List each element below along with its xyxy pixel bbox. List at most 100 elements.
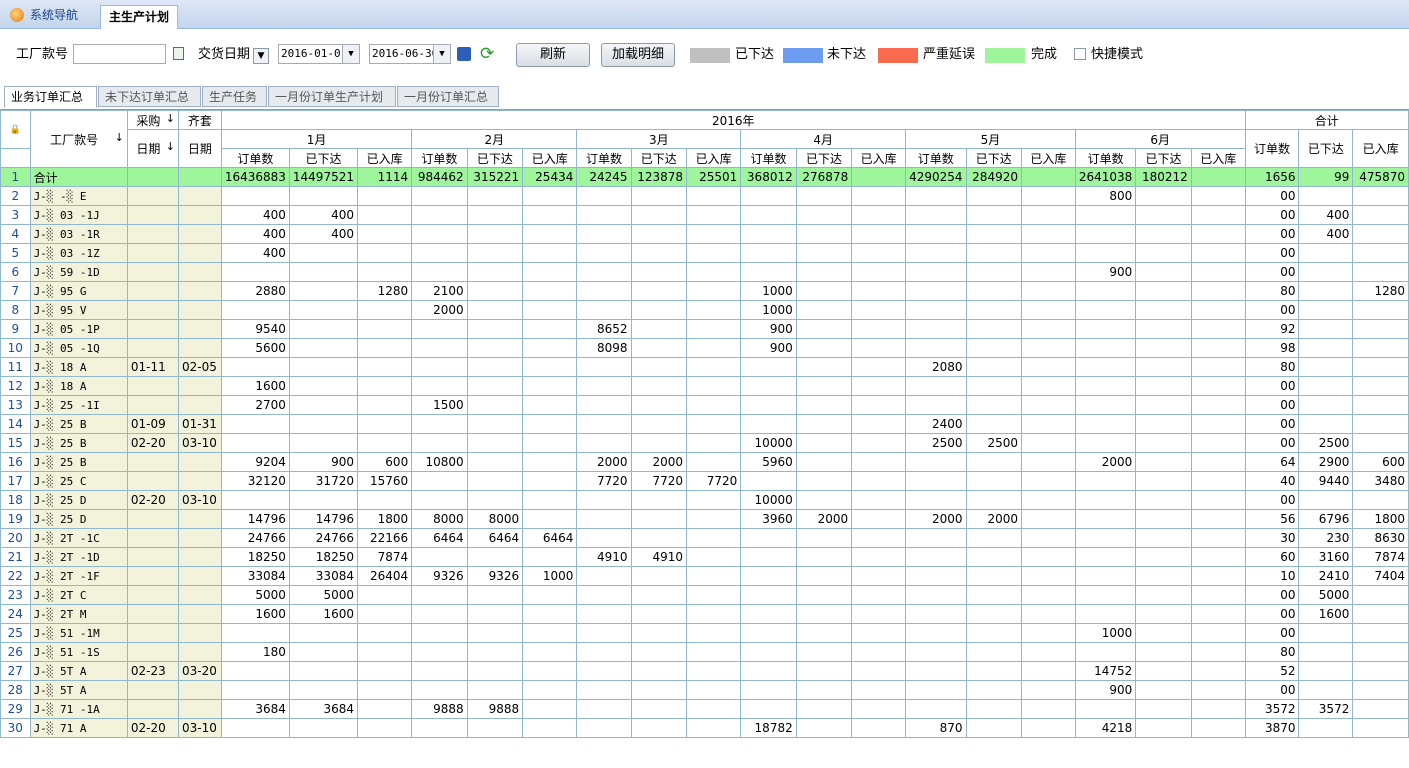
value-cell[interactable] bbox=[630, 281, 688, 301]
value-cell[interactable] bbox=[905, 490, 967, 510]
total-cell[interactable] bbox=[1352, 338, 1409, 358]
value-cell[interactable] bbox=[686, 661, 742, 681]
value-cell[interactable] bbox=[356, 642, 413, 662]
complete-date-cell[interactable] bbox=[178, 623, 222, 643]
value-cell[interactable] bbox=[356, 661, 413, 681]
chevron-down-icon[interactable]: ▼ bbox=[433, 45, 450, 63]
table-row[interactable]: 16 J-░ 25 B 9204 900 600 10800 2000 2000 5960 200… bbox=[0, 452, 1409, 472]
value-cell[interactable]: 2880 bbox=[220, 281, 290, 301]
complete-date-cell[interactable]: 02-05 bbox=[178, 357, 222, 377]
value-cell[interactable]: 9540 bbox=[220, 319, 290, 339]
total-cell[interactable]: 92 bbox=[1244, 319, 1300, 339]
value-cell[interactable] bbox=[1020, 585, 1076, 605]
value-cell[interactable] bbox=[576, 300, 632, 320]
total-cell[interactable] bbox=[1352, 433, 1409, 453]
value-cell[interactable] bbox=[905, 623, 967, 643]
value-cell[interactable] bbox=[740, 357, 797, 377]
total-cell[interactable]: 9440 bbox=[1298, 471, 1354, 491]
value-cell[interactable] bbox=[411, 414, 468, 434]
value-cell[interactable] bbox=[795, 471, 853, 491]
value-cell[interactable] bbox=[466, 433, 524, 453]
value-cell[interactable] bbox=[630, 490, 688, 510]
total-cell[interactable] bbox=[1298, 642, 1354, 662]
value-cell[interactable]: 8000 bbox=[466, 509, 524, 529]
value-cell[interactable] bbox=[522, 414, 578, 434]
date-from-input[interactable]: 2016-01-01 ▼ bbox=[278, 44, 360, 64]
value-cell[interactable] bbox=[220, 300, 290, 320]
value-cell[interactable] bbox=[411, 490, 468, 510]
total-cell[interactable]: 600 bbox=[1352, 452, 1409, 472]
purchase-date-cell[interactable] bbox=[126, 395, 180, 415]
value-cell[interactable] bbox=[740, 205, 797, 225]
value-cell[interactable]: 4910 bbox=[630, 547, 688, 567]
purchase-date-cell[interactable]: 01-09 bbox=[126, 414, 180, 434]
value-cell[interactable] bbox=[630, 338, 688, 358]
total-cell[interactable]: 2410 bbox=[1298, 566, 1354, 586]
value-cell[interactable] bbox=[686, 718, 742, 738]
value-cell[interactable] bbox=[466, 547, 524, 567]
value-cell[interactable] bbox=[356, 718, 413, 738]
table-row[interactable]: 1 合计 16436883 14497521 1114 984462 315221 25434… bbox=[0, 167, 1409, 187]
value-cell[interactable] bbox=[795, 623, 853, 643]
total-cell[interactable]: 00 bbox=[1244, 395, 1300, 415]
value-cell[interactable] bbox=[411, 433, 468, 453]
purchase-date-cell[interactable]: 02-23 bbox=[126, 661, 180, 681]
value-cell[interactable]: 9204 bbox=[220, 452, 290, 472]
value-cell[interactable] bbox=[356, 319, 413, 339]
value-cell[interactable] bbox=[740, 547, 797, 567]
value-cell[interactable] bbox=[965, 547, 1022, 567]
value-cell[interactable]: 7720 bbox=[686, 471, 742, 491]
value-cell[interactable] bbox=[1020, 680, 1076, 700]
value-cell[interactable] bbox=[356, 623, 413, 643]
value-cell[interactable] bbox=[1135, 566, 1192, 586]
purchase-date-cell[interactable] bbox=[126, 205, 180, 225]
value-cell[interactable] bbox=[1020, 699, 1076, 719]
value-cell[interactable]: 8000 bbox=[411, 509, 468, 529]
value-cell[interactable] bbox=[1074, 547, 1137, 567]
table-row[interactable]: 19 J-░ 25 D 14796 14796 1800 8000 8000 3960 2000… bbox=[0, 509, 1409, 529]
value-cell[interactable] bbox=[686, 300, 742, 320]
value-cell[interactable]: 2100 bbox=[411, 281, 468, 301]
value-cell[interactable] bbox=[1135, 490, 1192, 510]
total-cell[interactable]: 40 bbox=[1244, 471, 1300, 491]
total-cell[interactable]: 56 bbox=[1244, 509, 1300, 529]
value-cell[interactable] bbox=[288, 243, 358, 263]
value-cell[interactable] bbox=[1190, 224, 1246, 244]
total-cell[interactable] bbox=[1352, 376, 1409, 396]
value-cell[interactable]: 14752 bbox=[1074, 661, 1137, 681]
value-cell[interactable] bbox=[411, 357, 468, 377]
value-cell[interactable]: 9326 bbox=[411, 566, 468, 586]
factory-code-cell[interactable]: J-░ -░ E bbox=[29, 186, 128, 206]
value-cell[interactable] bbox=[905, 680, 967, 700]
value-cell[interactable] bbox=[1190, 718, 1246, 738]
value-cell[interactable] bbox=[1190, 300, 1246, 320]
value-cell[interactable] bbox=[686, 642, 742, 662]
value-cell[interactable] bbox=[356, 300, 413, 320]
total-cell[interactable]: 00 bbox=[1244, 680, 1300, 700]
refresh-button[interactable]: 刷新 bbox=[516, 43, 590, 67]
value-cell[interactable] bbox=[356, 205, 413, 225]
value-cell[interactable] bbox=[795, 357, 853, 377]
value-cell[interactable] bbox=[1020, 205, 1076, 225]
value-cell[interactable] bbox=[686, 205, 742, 225]
value-cell[interactable] bbox=[630, 186, 688, 206]
value-cell[interactable] bbox=[466, 680, 524, 700]
complete-date-cell[interactable] bbox=[178, 224, 222, 244]
value-cell[interactable]: 6464 bbox=[522, 528, 578, 548]
value-cell[interactable] bbox=[466, 642, 524, 662]
value-cell[interactable] bbox=[411, 547, 468, 567]
value-cell[interactable] bbox=[686, 186, 742, 206]
value-cell[interactable] bbox=[1020, 604, 1076, 624]
total-cell[interactable] bbox=[1298, 357, 1354, 377]
value-cell[interactable] bbox=[630, 718, 688, 738]
value-cell[interactable] bbox=[288, 281, 358, 301]
table-row[interactable]: 30 J-░ 71 A 02-20 03-10 18782 870 4218 3870 bbox=[0, 718, 1409, 738]
value-cell[interactable]: 5000 bbox=[288, 585, 358, 605]
factory-code-cell[interactable]: J-░ 95 V bbox=[29, 300, 128, 320]
value-cell[interactable] bbox=[1135, 224, 1192, 244]
value-cell[interactable] bbox=[965, 566, 1022, 586]
value-cell[interactable] bbox=[1190, 623, 1246, 643]
value-cell[interactable]: 400 bbox=[220, 224, 290, 244]
value-cell[interactable] bbox=[288, 300, 358, 320]
value-cell[interactable] bbox=[1135, 357, 1192, 377]
